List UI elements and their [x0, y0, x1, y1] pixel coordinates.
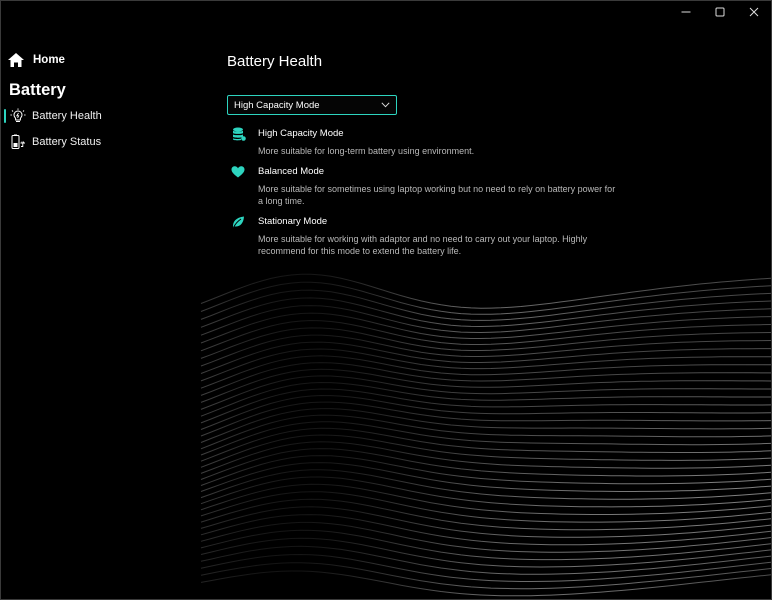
- sidebar-item-home[interactable]: Home: [1, 47, 201, 73]
- wave-line: [200, 498, 771, 531]
- main-content: Battery Health High Capacity Mode High C…: [227, 53, 747, 265]
- minimize-button[interactable]: [669, 1, 703, 23]
- wave-line: [200, 414, 771, 450]
- section-title: Battery: [9, 81, 66, 99]
- mode-name: Balanced Mode: [258, 166, 325, 177]
- close-icon: [749, 7, 759, 17]
- wave-line: [200, 375, 771, 410]
- wave-line: [200, 368, 771, 403]
- wave-line: [200, 297, 771, 328]
- wave-line: [200, 381, 771, 417]
- mode-description: More suitable for sometimes using laptop…: [258, 184, 616, 206]
- wave-line: [200, 319, 771, 352]
- wave-line: [200, 388, 771, 424]
- mode-item-stationary: Stationary Mode More suitable for workin…: [227, 215, 747, 257]
- wave-line: [200, 529, 771, 561]
- mode-item-balanced: Balanced Mode More suitable for sometime…: [227, 165, 747, 207]
- sidebar-item-label: Battery Health: [32, 110, 102, 122]
- wave-line: [200, 434, 771, 468]
- wave-line: [200, 355, 771, 389]
- wave-line: [200, 289, 771, 321]
- wave-line: [200, 537, 771, 568]
- mode-name: Stationary Mode: [258, 216, 328, 227]
- maximize-button[interactable]: [703, 1, 737, 23]
- database-icon: [233, 127, 246, 141]
- wave-line: [200, 394, 771, 430]
- sidebar-item-battery-health[interactable]: Battery Health: [1, 103, 201, 129]
- wave-line: [200, 570, 771, 597]
- wave-line: [200, 476, 771, 508]
- sidebar: Home Battery Battery Health Battery Stat…: [1, 47, 201, 155]
- wave-line: [200, 483, 771, 515]
- wave-line: [200, 462, 771, 492]
- window-controls: [669, 1, 771, 23]
- sidebar-item-battery-status[interactable]: Battery Status: [1, 129, 201, 155]
- mode-description: More suitable for working with adaptor a…: [258, 234, 588, 256]
- chevron-down-icon: [381, 102, 390, 108]
- wave-line: [200, 421, 771, 456]
- wave-line: [200, 562, 771, 590]
- wave-line: [200, 312, 771, 344]
- wave-line: [200, 514, 771, 546]
- mode-item-high-capacity: High Capacity Mode More suitable for lon…: [227, 127, 747, 157]
- wave-line: [200, 281, 771, 315]
- wave-line: [200, 401, 771, 437]
- mode-list: High Capacity Mode More suitable for lon…: [227, 127, 747, 257]
- page-title: Battery Health: [227, 53, 323, 70]
- wave-line: [200, 408, 771, 443]
- sidebar-item-label: Battery Status: [32, 136, 102, 148]
- wave-line: [200, 305, 771, 336]
- wave-line: [200, 448, 771, 480]
- minimize-icon: [681, 11, 691, 13]
- wave-line: [200, 455, 771, 486]
- wave-line: [200, 521, 771, 553]
- home-icon: [8, 53, 24, 67]
- heart-icon: [231, 166, 245, 178]
- wave-line: [200, 341, 771, 374]
- wave-line: [200, 553, 771, 582]
- wave-line: [200, 327, 771, 359]
- wave-line: [200, 491, 771, 523]
- leaf-icon: [232, 216, 244, 228]
- battery-health-icon: [10, 108, 26, 122]
- mode-select-dropdown[interactable]: High Capacity Mode: [227, 95, 397, 115]
- wave-line: [200, 427, 771, 462]
- close-button[interactable]: [737, 1, 771, 23]
- mode-select-value: High Capacity Mode: [234, 99, 320, 111]
- mode-name: High Capacity Mode: [258, 128, 344, 139]
- wave-line: [200, 469, 771, 500]
- wave-line: [200, 348, 771, 382]
- maximize-icon: [715, 7, 725, 17]
- wave-line: [200, 362, 771, 396]
- wave-line: [200, 545, 771, 575]
- wave-line: [200, 441, 771, 474]
- wave-line: [200, 506, 771, 538]
- app-window: Home Battery Battery Health Battery Stat…: [0, 0, 772, 600]
- mode-description: More suitable for long-term battery usin…: [258, 146, 475, 156]
- wave-line: [200, 273, 771, 309]
- wave-line: [200, 334, 771, 367]
- battery-status-icon: [11, 134, 25, 149]
- sidebar-item-label: Home: [33, 54, 65, 66]
